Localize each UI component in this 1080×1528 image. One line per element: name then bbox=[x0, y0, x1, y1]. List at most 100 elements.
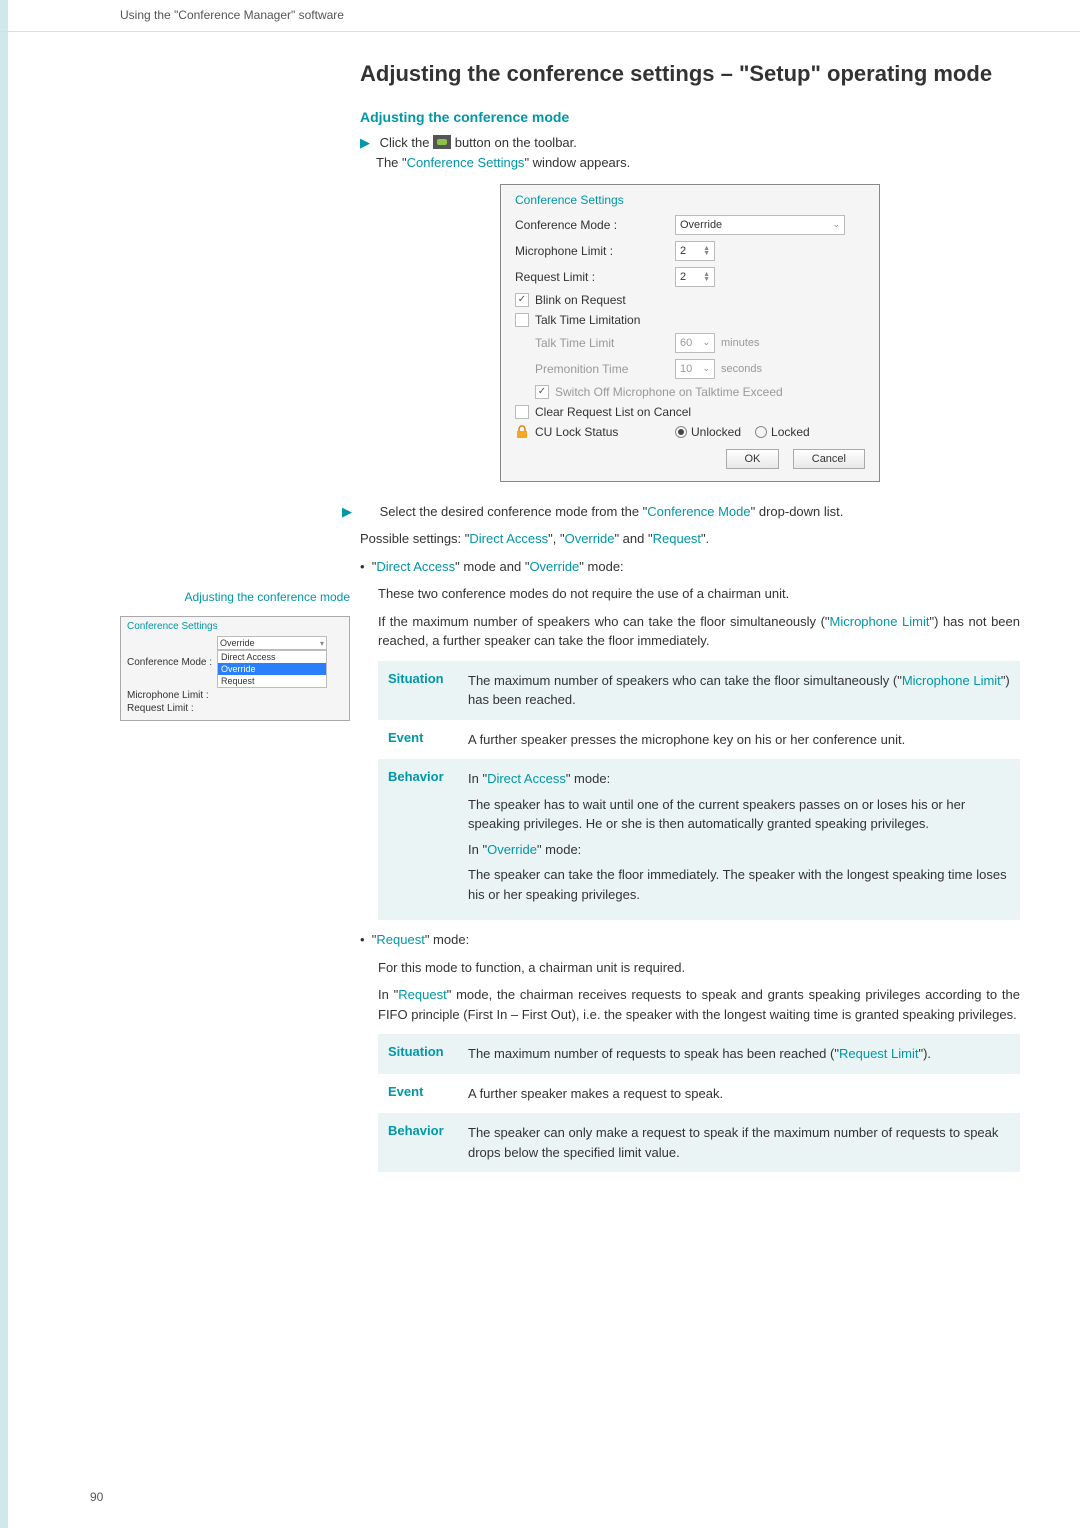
line2: These two conference modes do not requir… bbox=[378, 584, 1020, 604]
sidebar-confmode-label: Conference Mode : bbox=[127, 657, 217, 668]
t: " drop-down list. bbox=[751, 504, 844, 519]
dialog-title: Conference Settings bbox=[515, 193, 865, 207]
confmode-combo[interactable]: Override ⌄ bbox=[675, 215, 845, 235]
t: If the maximum number of speakers who ca… bbox=[378, 614, 830, 629]
reqlimit-spinner[interactable]: 2 ▲▼ bbox=[675, 267, 715, 287]
cancel-button[interactable]: Cancel bbox=[793, 449, 865, 469]
t: " mode: bbox=[566, 771, 610, 786]
sidebar: Adjusting the conference mode Conference… bbox=[120, 590, 350, 721]
t: The maximum number of requests to speak … bbox=[468, 1046, 839, 1061]
reqlimit-value: 2 bbox=[680, 271, 686, 283]
page-content: Adjusting the conference mode Conference… bbox=[120, 60, 1020, 1182]
page-number: 90 bbox=[90, 1490, 103, 1504]
possible-settings: Possible settings: "Direct Access", "Ove… bbox=[360, 529, 1020, 549]
step1-text-a: Click the bbox=[380, 135, 433, 150]
clear-label: Clear Request List on Cancel bbox=[535, 405, 691, 419]
sidebar-miclimit-label: Microphone Limit : bbox=[127, 690, 217, 701]
ttl-spinner[interactable]: 60 ⌄ bbox=[675, 333, 715, 353]
t: In " bbox=[468, 842, 487, 857]
t: ", " bbox=[548, 531, 564, 546]
t: " mode and " bbox=[455, 559, 529, 574]
arrow-icon: ▶ bbox=[360, 135, 376, 151]
t1-ev: A further speaker presses the microphone… bbox=[468, 720, 1020, 760]
switchoff-checkbox[interactable]: ✓ bbox=[535, 385, 549, 399]
t: Select the desired conference mode from … bbox=[380, 504, 648, 519]
t: Direct Access bbox=[376, 559, 455, 574]
prem-label: Premonition Time bbox=[535, 362, 675, 376]
switchoff-label: Switch Off Microphone on Talktime Exceed bbox=[555, 385, 783, 399]
bullet-request: • "Request" mode: bbox=[360, 930, 1020, 950]
step-result: The "Conference Settings" window appears… bbox=[360, 155, 1020, 170]
step2-b: " window appears. bbox=[524, 155, 630, 170]
arrow-icon: ▶ bbox=[360, 502, 376, 522]
miclimit-label: Microphone Limit : bbox=[515, 244, 675, 258]
sidebar-reqlimit-label: Request Limit : bbox=[127, 703, 217, 714]
t: Request Limit bbox=[839, 1046, 918, 1061]
blink-label: Blink on Request bbox=[535, 293, 626, 307]
ttl-value: 60 bbox=[680, 337, 692, 349]
toolbar-button-icon bbox=[433, 135, 451, 149]
unlocked-label: Unlocked bbox=[691, 425, 741, 439]
t: Request bbox=[653, 531, 701, 546]
rq-l2: In "Request" mode, the chairman receives… bbox=[378, 985, 1020, 1024]
t: Direct Access bbox=[487, 771, 566, 786]
t: Direct Access bbox=[469, 531, 548, 546]
ttl-unit: minutes bbox=[721, 337, 760, 349]
t: In " bbox=[468, 771, 487, 786]
t: " mode, the chairman receives requests t… bbox=[378, 987, 1020, 1022]
sidebar-opt-request[interactable]: Request bbox=[218, 675, 326, 687]
confmode-label: Conference Mode : bbox=[515, 218, 675, 232]
rq-l1: For this mode to function, a chairman un… bbox=[378, 958, 1020, 978]
t: Override bbox=[565, 531, 615, 546]
t2-sit-h: Situation bbox=[378, 1034, 468, 1074]
top-bar: Using the "Conference Manager" software bbox=[0, 0, 1080, 32]
spinner-arrows-icon: ▲▼ bbox=[703, 272, 710, 282]
t: Microphone Limit bbox=[902, 673, 1001, 688]
page-title: Adjusting the conference settings – "Set… bbox=[360, 60, 1020, 89]
t2-sit: The maximum number of requests to speak … bbox=[468, 1034, 1020, 1074]
sidebar-confmode-list[interactable]: Direct Access Override Request bbox=[217, 650, 327, 688]
t: " and " bbox=[614, 531, 652, 546]
t: Request bbox=[376, 932, 424, 947]
body-text: ▶ Select the desired conference mode fro… bbox=[360, 502, 1020, 1173]
prem-spinner[interactable]: 10 ⌄ bbox=[675, 359, 715, 379]
miclimit-spinner[interactable]: 2 ▲▼ bbox=[675, 241, 715, 261]
sidebar-dialog: Conference Settings Conference Mode : Ov… bbox=[120, 616, 350, 721]
breadcrumb: Using the "Conference Manager" software bbox=[120, 8, 344, 22]
unlocked-radio[interactable] bbox=[675, 426, 687, 438]
bullet-da-ov: • "Direct Access" mode and "Override" mo… bbox=[360, 557, 1020, 577]
t: Conference Mode bbox=[647, 504, 750, 519]
t: ". bbox=[701, 531, 709, 546]
ok-button[interactable]: OK bbox=[726, 449, 780, 469]
line3: If the maximum number of speakers who ca… bbox=[378, 612, 1020, 651]
t1-be-h: Behavior bbox=[378, 759, 468, 920]
sidebar-opt-direct[interactable]: Direct Access bbox=[218, 651, 326, 663]
t: " mode: bbox=[425, 932, 469, 947]
t: Override bbox=[529, 559, 579, 574]
t1-ev-h: Event bbox=[378, 720, 468, 760]
t: The speaker can take the floor immediate… bbox=[468, 865, 1010, 904]
ttl-checkbox[interactable] bbox=[515, 313, 529, 327]
clear-checkbox[interactable] bbox=[515, 405, 529, 419]
step-click: ▶ Click the button on the toolbar. bbox=[360, 135, 1020, 151]
t: The maximum number of speakers who can t… bbox=[468, 673, 902, 688]
prem-unit: seconds bbox=[721, 363, 762, 375]
sidebar-dialog-title: Conference Settings bbox=[127, 621, 343, 632]
locked-radio[interactable] bbox=[755, 426, 767, 438]
t: In " bbox=[378, 987, 398, 1002]
sidebar-confmode-combo[interactable]: Override ▾ bbox=[217, 636, 327, 650]
prem-value: 10 bbox=[680, 363, 692, 375]
sidebar-opt-override[interactable]: Override bbox=[218, 663, 326, 675]
table-1: Situation The maximum number of speakers… bbox=[378, 661, 1020, 921]
blink-checkbox[interactable]: ✓ bbox=[515, 293, 529, 307]
reqlimit-label: Request Limit : bbox=[515, 270, 675, 284]
t: Microphone Limit bbox=[830, 614, 930, 629]
table-2: Situation The maximum number of requests… bbox=[378, 1034, 1020, 1172]
chevron-down-icon: ⌄ bbox=[702, 337, 710, 348]
t: " mode: bbox=[537, 842, 581, 857]
step2-link: Conference Settings bbox=[407, 155, 525, 170]
select-step: ▶ Select the desired conference mode fro… bbox=[360, 502, 1020, 522]
t2-be: The speaker can only make a request to s… bbox=[468, 1113, 1020, 1172]
lock-icon bbox=[515, 425, 529, 439]
t2-be-h: Behavior bbox=[378, 1113, 468, 1172]
